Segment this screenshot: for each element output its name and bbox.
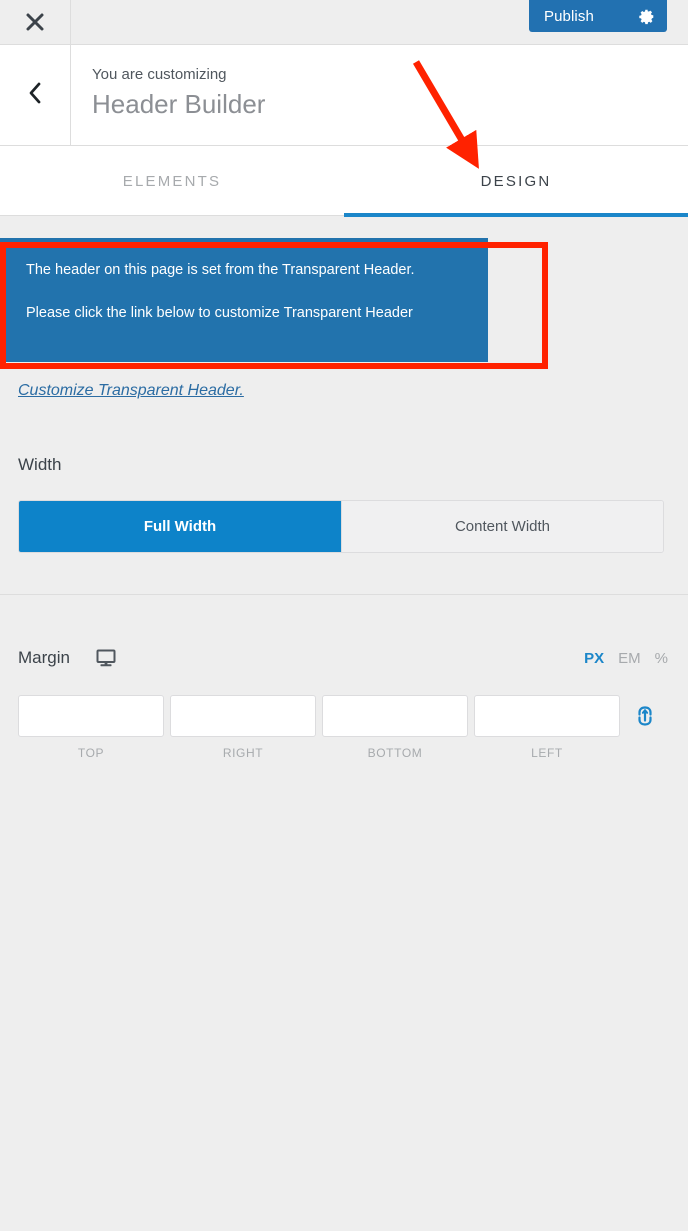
customize-transparent-header-link[interactable]: Customize Transparent Header.: [18, 382, 244, 400]
margin-unit-em[interactable]: EM: [618, 650, 641, 667]
gear-icon[interactable]: [637, 7, 655, 25]
back-button[interactable]: [0, 45, 71, 145]
margin-sublabel-bottom: BOTTOM: [367, 746, 423, 760]
width-option-content-width-label: Content Width: [454, 518, 551, 535]
margin-sublabel-left: LEFT: [531, 746, 563, 760]
panel-header-text: You are customizing Header Builder: [92, 65, 265, 122]
notice-line-2: Please click the link below to customize…: [26, 305, 413, 322]
tab-elements[interactable]: ELEMENTS: [0, 146, 344, 216]
notice-line-1: The header on this page is set from the …: [26, 262, 415, 278]
tab-elements-label: ELEMENTS: [122, 172, 222, 190]
margin-unit-percent[interactable]: %: [655, 650, 668, 667]
margin-section: Margin PX EM % TOP RIGHT BOTTOM LEFT: [0, 596, 688, 786]
width-label: Width: [18, 455, 62, 474]
margin-input-top[interactable]: [18, 695, 164, 737]
margin-input-left[interactable]: [474, 695, 620, 737]
margin-input-right[interactable]: [170, 695, 316, 737]
customizing-eyebrow: You are customizing: [92, 66, 227, 83]
width-button-group: Full Width Content Width: [18, 500, 664, 553]
margin-unit-px[interactable]: PX: [584, 650, 604, 667]
close-customizer-button[interactable]: [0, 0, 71, 44]
tab-design[interactable]: DESIGN: [344, 146, 688, 217]
margin-field-left: LEFT: [474, 695, 620, 760]
page-title: Header Builder: [92, 88, 266, 119]
margin-inputs: TOP RIGHT BOTTOM LEFT: [18, 695, 620, 760]
panel-header: You are customizing Header Builder: [0, 45, 688, 146]
transparent-header-notice: The header on this page is set from the …: [0, 238, 488, 362]
tab-bar: ELEMENTS DESIGN: [0, 146, 688, 217]
margin-label: Margin: [18, 648, 70, 667]
publish-button-label: Publish: [544, 7, 594, 25]
margin-field-right: RIGHT: [170, 695, 316, 760]
width-option-full-width-label: Full Width: [143, 518, 217, 535]
margin-field-bottom: BOTTOM: [322, 695, 468, 760]
customizer-topbar: Publish: [0, 0, 688, 45]
margin-sublabel-top: TOP: [77, 746, 105, 760]
margin-input-bottom[interactable]: [322, 695, 468, 737]
customizer-panel: Publish You are customizing Header Build…: [0, 0, 688, 1231]
publish-button[interactable]: Publish: [529, 0, 667, 32]
margin-field-top: TOP: [18, 695, 164, 760]
width-option-full-width[interactable]: Full Width: [19, 501, 341, 552]
width-option-content-width[interactable]: Content Width: [341, 501, 663, 552]
margin-sublabel-right: RIGHT: [222, 746, 264, 760]
desktop-monitor-icon[interactable]: [96, 648, 116, 668]
chevron-left-icon: [25, 80, 45, 111]
tab-design-label: DESIGN: [480, 172, 552, 190]
margin-unit-selector: PX EM %: [584, 650, 668, 667]
link-chain-icon[interactable]: [632, 701, 658, 731]
close-icon: [24, 11, 46, 33]
width-section: Width Full Width Content Width: [0, 440, 688, 595]
